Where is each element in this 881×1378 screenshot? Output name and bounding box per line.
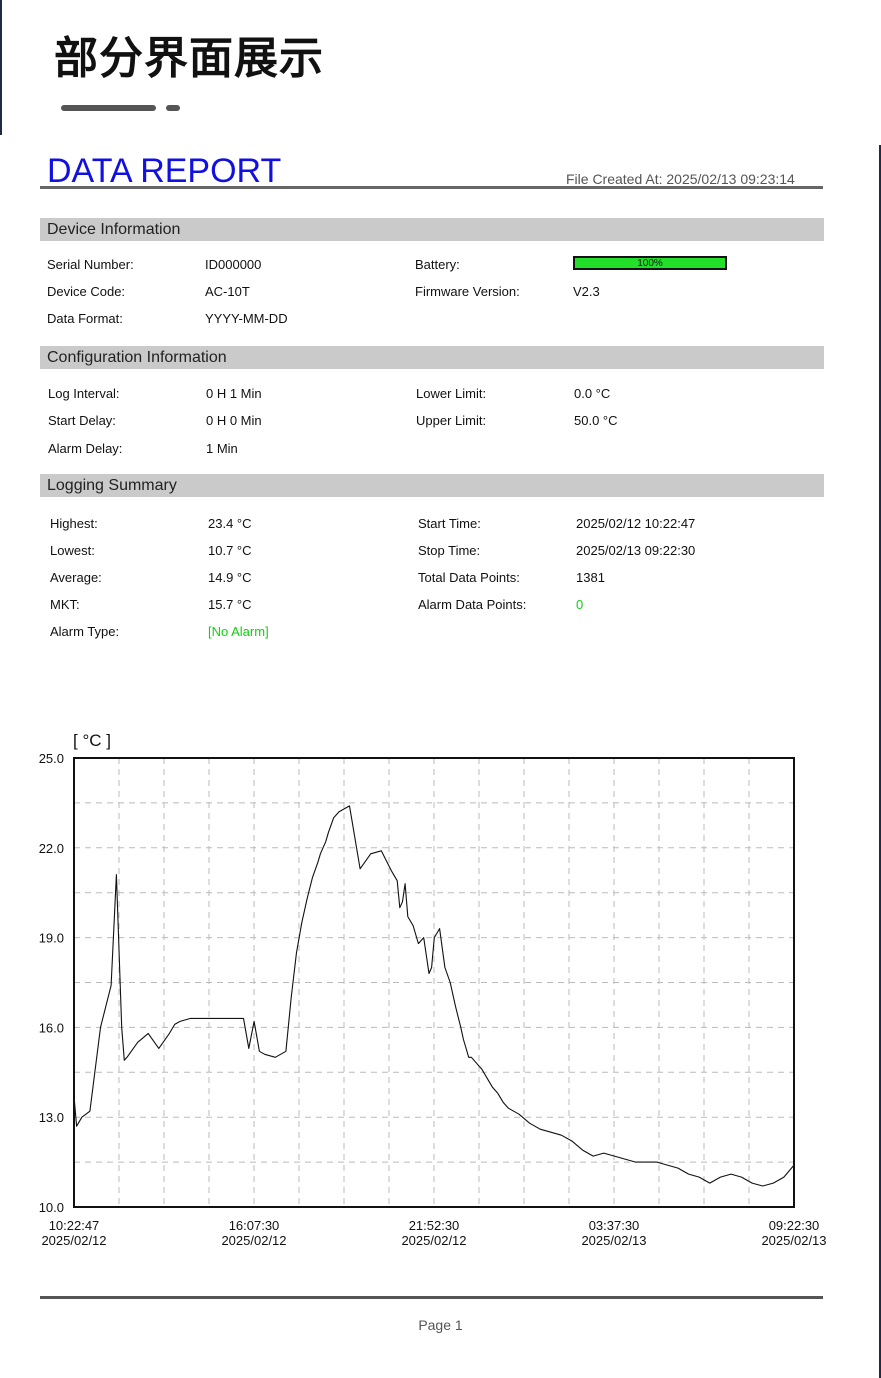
- y-axis-label: [ °C ]: [73, 731, 111, 750]
- alarm-delay-label: Alarm Delay:: [48, 441, 123, 456]
- file-created-value: 2025/02/13 09:23:14: [666, 171, 795, 187]
- log-interval-value: 0 H 1 Min: [206, 386, 262, 401]
- x-tick-time-label: 03:37:30: [589, 1218, 640, 1233]
- highest-label: Highest:: [50, 516, 98, 531]
- lower-limit-value: 0.0 °C: [574, 386, 611, 401]
- alarm-type-label: Alarm Type:: [50, 624, 120, 639]
- x-tick-time-label: 10:22:47: [49, 1218, 100, 1233]
- mkt-label: MKT:: [50, 597, 80, 612]
- lowest-value: 10.7 °C: [208, 543, 252, 558]
- upper-limit-label: Upper Limit:: [416, 413, 487, 428]
- start-delay-value: 0 H 0 Min: [206, 413, 262, 428]
- battery-label: Battery:: [415, 257, 460, 272]
- banner-underline: [61, 105, 156, 111]
- y-tick-label: 13.0: [39, 1110, 64, 1125]
- battery-bar: 100%: [573, 256, 727, 270]
- device-code-label: Device Code:: [47, 284, 126, 299]
- start-delay-label: Start Delay:: [48, 413, 116, 428]
- upper-limit-value: 50.0 °C: [574, 413, 618, 428]
- alarm-type-value: [No Alarm]: [208, 624, 269, 639]
- firmware-value: V2.3: [573, 284, 600, 299]
- x-tick-date-label: 2025/02/12: [221, 1233, 286, 1248]
- stop-time-value: 2025/02/13 09:22:30: [576, 543, 696, 558]
- footer-divider: [40, 1296, 823, 1299]
- average-label: Average:: [50, 570, 102, 585]
- x-tick-date-label: 2025/02/13: [761, 1233, 826, 1248]
- start-time-value: 2025/02/12 10:22:47: [576, 516, 696, 531]
- x-tick-time-label: 21:52:30: [409, 1218, 460, 1233]
- x-tick-date-label: 2025/02/12: [41, 1233, 106, 1248]
- banner-underline-dot: [166, 105, 180, 111]
- left-edge-rule: [0, 0, 2, 135]
- alarm-points-value: 0: [576, 597, 584, 612]
- section-logging-summary: Logging Summary: [40, 474, 824, 497]
- header-divider: [40, 186, 823, 189]
- y-tick-label: 16.0: [39, 1020, 64, 1035]
- highest-value: 23.4 °C: [208, 516, 252, 531]
- x-tick-date-label: 2025/02/12: [401, 1233, 466, 1248]
- data-format-value: YYYY-MM-DD: [205, 311, 288, 326]
- x-tick-time-label: 16:07:30: [229, 1218, 280, 1233]
- device-code-value: AC-10T: [205, 284, 250, 299]
- y-tick-label: 19.0: [39, 931, 64, 946]
- file-created: File Created At: 2025/02/13 09:23:14: [566, 171, 795, 187]
- serial-label: Serial Number:: [47, 257, 134, 272]
- log-interval-label: Log Interval:: [48, 386, 120, 401]
- y-tick-label: 25.0: [39, 751, 64, 766]
- mkt-value: 15.7 °C: [208, 597, 252, 612]
- y-tick-label: 10.0: [39, 1200, 64, 1215]
- serial-value: ID000000: [205, 257, 262, 272]
- y-tick-label: 22.0: [39, 841, 64, 856]
- start-time-label: Start Time:: [418, 516, 481, 531]
- x-tick-date-label: 2025/02/13: [581, 1233, 646, 1248]
- lower-limit-label: Lower Limit:: [416, 386, 487, 401]
- alarm-delay-value: 1 Min: [206, 441, 238, 456]
- banner-title: 部分界面展示: [54, 33, 324, 84]
- x-tick-time-label: 09:22:30: [769, 1218, 820, 1233]
- total-points-label: Total Data Points:: [418, 570, 520, 585]
- stop-time-label: Stop Time:: [418, 543, 481, 558]
- section-configuration-information: Configuration Information: [40, 346, 824, 369]
- temperature-chart: [ °C ]25.022.019.016.013.010.010:22:4720…: [39, 731, 827, 1248]
- total-points-value: 1381: [576, 570, 605, 585]
- alarm-points-label: Alarm Data Points:: [418, 597, 527, 612]
- section-device-information: Device Information: [40, 218, 824, 241]
- data-format-label: Data Format:: [47, 311, 123, 326]
- average-value: 14.9 °C: [208, 570, 252, 585]
- firmware-label: Firmware Version:: [415, 284, 520, 299]
- page-number: Page 1: [418, 1317, 463, 1333]
- battery-percent: 100%: [637, 258, 663, 269]
- file-created-label: File Created At:: [566, 171, 663, 187]
- lowest-label: Lowest:: [50, 543, 95, 558]
